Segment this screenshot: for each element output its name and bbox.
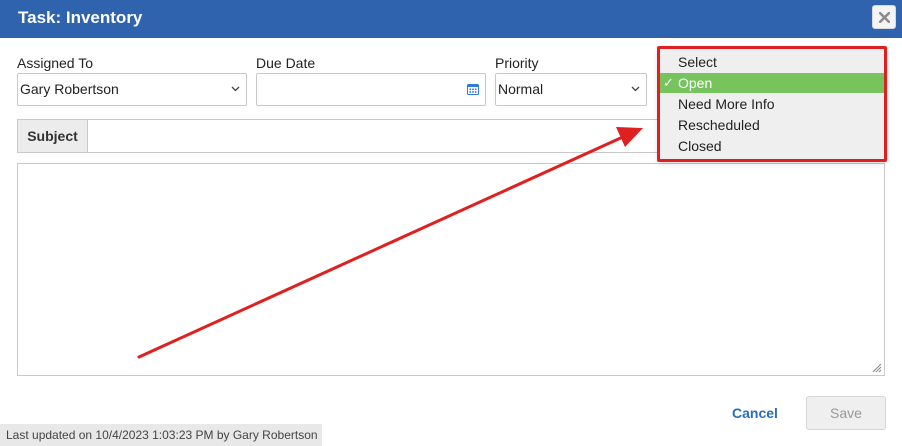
status-option-need-more-info[interactable]: Need More Info bbox=[660, 94, 884, 114]
status-option-label: Closed bbox=[678, 138, 722, 154]
status-option-select[interactable]: Select bbox=[660, 52, 884, 72]
chevron-down-icon bbox=[231, 86, 240, 92]
status-option-closed[interactable]: Closed bbox=[660, 136, 884, 156]
status-option-rescheduled[interactable]: Rescheduled bbox=[660, 115, 884, 135]
calendar-icon[interactable] bbox=[467, 83, 479, 95]
assigned-to-select[interactable]: Gary Robertson bbox=[17, 73, 247, 106]
assigned-to-label: Assigned To bbox=[17, 55, 94, 71]
last-updated-status: Last updated on 10/4/2023 1:03:23 PM by … bbox=[0, 424, 322, 446]
status-option-label: Need More Info bbox=[678, 96, 775, 112]
cancel-button[interactable]: Cancel bbox=[722, 400, 788, 426]
save-button[interactable]: Save bbox=[806, 396, 886, 430]
status-option-label: Rescheduled bbox=[678, 117, 760, 133]
priority-label: Priority bbox=[495, 55, 539, 71]
task-body-textarea[interactable] bbox=[17, 163, 885, 376]
priority-select[interactable]: Normal bbox=[495, 73, 647, 106]
dialog-title-bar: Task: Inventory bbox=[0, 0, 902, 38]
status-option-open[interactable]: ✓ Open bbox=[660, 73, 884, 93]
status-option-label: Select bbox=[678, 54, 717, 70]
status-dropdown-menu: Select ✓ Open Need More Info Rescheduled… bbox=[659, 48, 885, 160]
due-date-label: Due Date bbox=[256, 55, 316, 71]
chevron-down-icon bbox=[631, 86, 640, 92]
priority-value: Normal bbox=[498, 81, 544, 97]
close-button[interactable] bbox=[872, 5, 896, 29]
assigned-to-value: Gary Robertson bbox=[20, 81, 119, 97]
due-date-input[interactable] bbox=[256, 73, 486, 106]
status-option-label: Open bbox=[678, 75, 713, 91]
subject-label: Subject bbox=[18, 120, 88, 152]
dialog-title: Task: Inventory bbox=[18, 8, 143, 27]
close-icon bbox=[878, 11, 890, 23]
check-icon: ✓ bbox=[663, 75, 674, 90]
resize-grip-icon[interactable] bbox=[872, 363, 882, 373]
